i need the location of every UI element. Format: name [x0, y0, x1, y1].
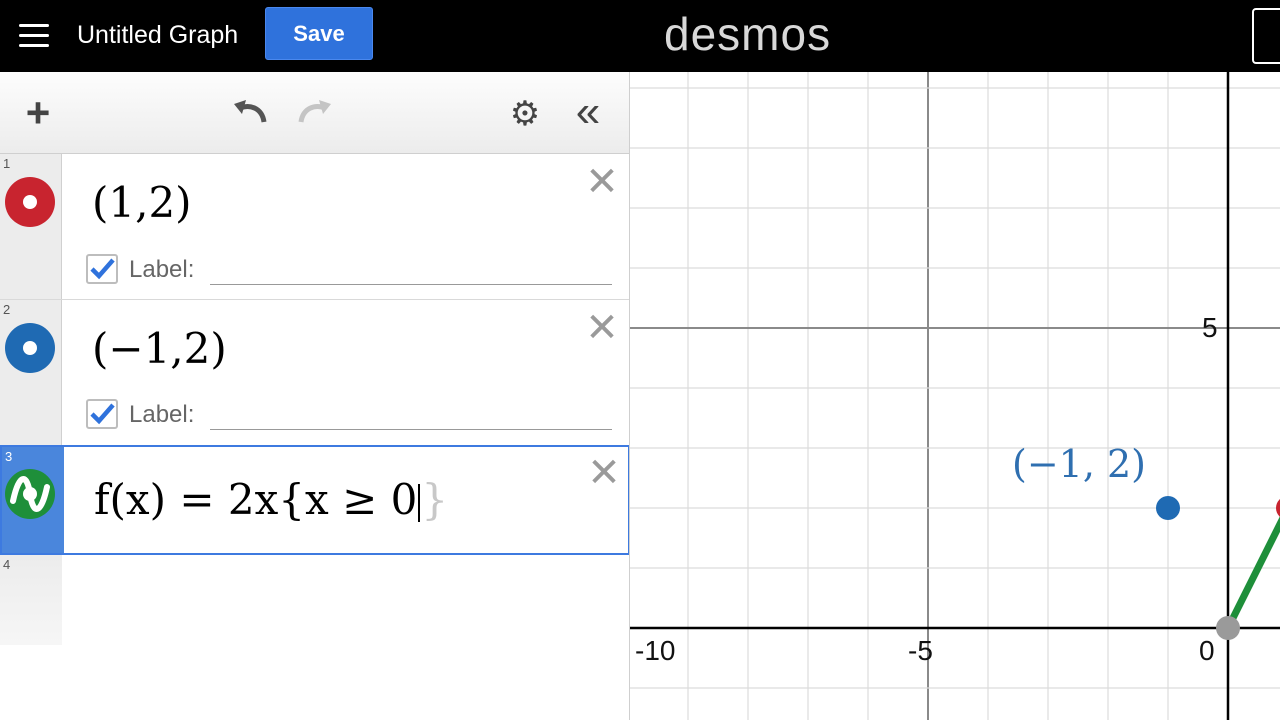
grid-lines	[630, 72, 1280, 720]
label-checkbox[interactable]	[86, 399, 118, 429]
label-option: Label:	[86, 252, 614, 286]
plus-icon[interactable]: +	[18, 92, 58, 134]
point-marker[interactable]	[1276, 496, 1280, 520]
hamburger-menu-icon[interactable]	[14, 18, 54, 54]
function-endpoint[interactable]	[1216, 616, 1240, 640]
expression-row[interactable]: 1 (1,2) ✕ Label:	[0, 154, 629, 300]
graph-svg[interactable]: -10 -5 0 5 (−1, 2)	[630, 72, 1280, 720]
graph-canvas[interactable]: -10 -5 0 5 (−1, 2)	[630, 72, 1280, 720]
point-style-icon[interactable]	[5, 323, 55, 373]
x-tick-label: 0	[1199, 635, 1215, 666]
expression-gutter[interactable]: 1	[0, 154, 62, 299]
point-style-icon[interactable]	[5, 177, 55, 227]
expression-gutter[interactable]: 4	[0, 555, 62, 645]
graph-title[interactable]: Untitled Graph	[77, 20, 238, 50]
label-text: Label:	[129, 401, 195, 428]
label-input[interactable]	[210, 284, 612, 285]
label-input[interactable]	[210, 429, 612, 430]
expression-number: 4	[3, 557, 11, 572]
ghost-brace: }	[421, 475, 449, 524]
expression-text: f(x) = 2x{x ≥ 0	[94, 475, 418, 524]
expression-panel: + ⚙ « 1 (1,2) ✕ Label: 2 (−1,2) ✕ Label:…	[0, 72, 630, 720]
expression-input[interactable]: f(x) = 2x{x ≥ 0}	[94, 475, 448, 524]
label-option: Label:	[86, 397, 614, 431]
expression-row-active[interactable]: 3 f(x) = 2x{x ≥ 0} ✕	[0, 445, 629, 555]
label-checkbox[interactable]	[86, 254, 118, 284]
undo-icon[interactable]	[228, 92, 272, 132]
close-icon[interactable]: ✕	[584, 162, 620, 202]
point-label: (−1, 2)	[1012, 442, 1146, 486]
sine-wave-icon	[10, 476, 50, 512]
x-tick-label: -5	[908, 635, 933, 666]
point-marker[interactable]	[1156, 496, 1180, 520]
close-icon[interactable]: ✕	[584, 308, 620, 348]
top-bar: Untitled Graph Save desmos	[0, 0, 1280, 72]
expression-number: 1	[3, 156, 11, 171]
x-tick-label: -10	[635, 635, 675, 666]
expression-row-empty[interactable]: 4	[0, 555, 629, 645]
double-chevron-left-icon[interactable]: «	[568, 90, 608, 134]
label-text: Label:	[129, 256, 195, 283]
desmos-logo: desmos	[664, 8, 832, 60]
close-icon[interactable]: ✕	[586, 453, 622, 493]
expression-input[interactable]: (−1,2)	[92, 324, 227, 373]
function-curve[interactable]	[1224, 500, 1280, 632]
account-button[interactable]	[1252, 8, 1280, 64]
expression-gutter[interactable]: 3	[2, 447, 64, 553]
save-button[interactable]: Save	[265, 7, 373, 60]
expression-gutter[interactable]: 2	[0, 300, 62, 445]
redo-icon[interactable]	[293, 92, 337, 132]
expression-number: 2	[3, 302, 11, 317]
y-tick-label: 5	[1202, 312, 1218, 343]
expression-number: 3	[5, 449, 13, 464]
expression-row[interactable]: 2 (−1,2) ✕ Label:	[0, 300, 629, 446]
expression-toolbar: + ⚙ «	[0, 72, 629, 154]
expression-input[interactable]: (1,2)	[92, 178, 192, 227]
gear-icon[interactable]: ⚙	[505, 94, 545, 134]
